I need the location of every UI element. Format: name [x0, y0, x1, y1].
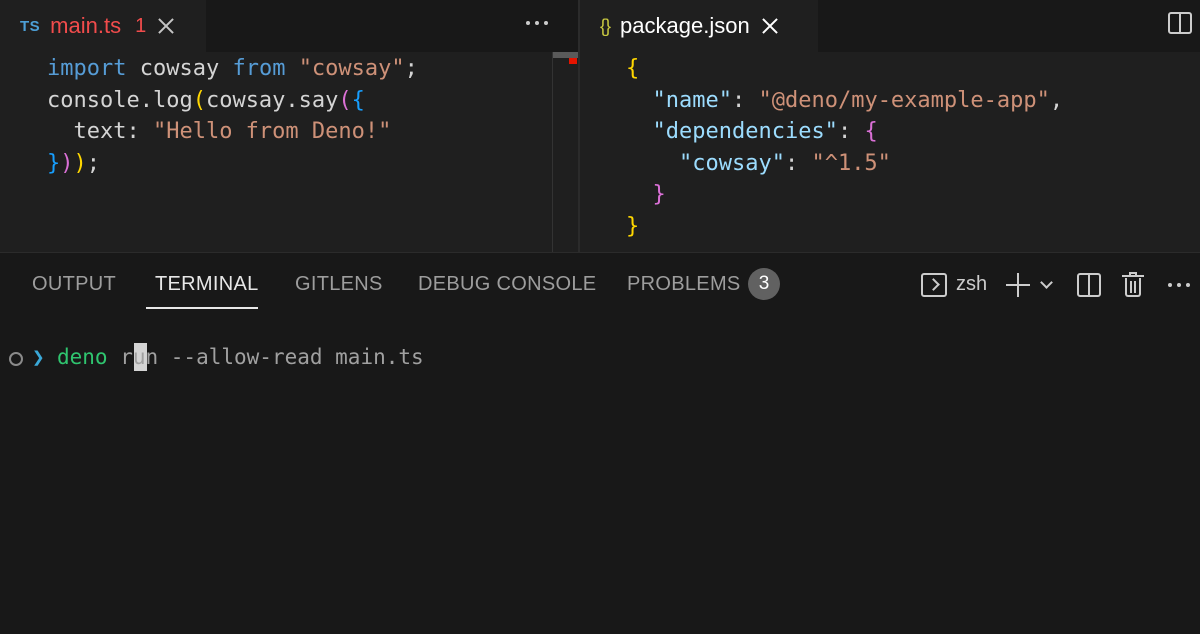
command-status-icon[interactable]: [9, 352, 23, 366]
terminal-command-line: ❯ deno run --allow-read main.ts: [0, 343, 1200, 375]
code-token: cowsay.say: [205, 87, 339, 113]
code-token: {: [864, 119, 878, 144]
code-token: ;: [404, 56, 418, 81]
active-tab-indicator: [146, 307, 258, 309]
panel-tab-bar: OUTPUT TERMINAL GITLENS DEBUG CONSOLE PR…: [0, 253, 1200, 317]
code-line: text: "Hello from Deno!": [47, 116, 391, 148]
code-token: "cowsay": [298, 56, 405, 81]
editor-tab-bar: {} package.json: [580, 0, 1200, 52]
code-token: :: [731, 87, 759, 113]
editor-tab-bar: TS main.ts 1: [0, 0, 578, 52]
code-token: :: [784, 150, 812, 176]
code-token: (: [192, 87, 206, 113]
tab-package-json[interactable]: {} package.json: [580, 0, 818, 52]
code-token: "^1.5": [811, 150, 891, 176]
code-editor-main-ts[interactable]: import cowsay from "cowsay"; console.log(…: [0, 52, 578, 252]
command-name: deno: [57, 345, 108, 369]
code-token: {: [351, 87, 365, 113]
split-editor-icon[interactable]: [1168, 12, 1192, 34]
tab-output[interactable]: OUTPUT: [32, 273, 116, 296]
tab-gitlens[interactable]: GITLENS: [295, 273, 383, 296]
code-token: "dependencies": [652, 119, 838, 144]
code-editor-package-json[interactable]: { "name": "@deno/my-example-app", "depen…: [580, 52, 1200, 252]
code-line: {: [626, 53, 639, 85]
code-line: }));: [47, 148, 100, 180]
editor-scrollbar[interactable]: [552, 52, 579, 252]
terminal-view[interactable]: ❯ deno run --allow-read main.ts: [0, 317, 1200, 634]
code-token: text:: [47, 119, 153, 144]
tab-debug-console[interactable]: DEBUG CONSOLE: [418, 273, 596, 296]
chevron-down-icon[interactable]: [1040, 276, 1053, 289]
close-icon[interactable]: [158, 18, 174, 34]
code-token: "cowsay": [678, 150, 785, 176]
code-token: from: [232, 56, 286, 81]
terminal-command: deno run --allow-read main.ts: [57, 345, 424, 369]
code-token: "name": [652, 87, 732, 113]
tab-problems[interactable]: PROBLEMS: [627, 273, 741, 296]
code-line: }: [626, 211, 639, 243]
tab-terminal[interactable]: TERMINAL: [155, 273, 259, 296]
prompt-symbol: ❯: [32, 345, 45, 369]
json-file-icon: {}: [600, 15, 611, 36]
code-token: }: [652, 182, 666, 207]
problem-count-badge: 1: [135, 14, 147, 37]
split-terminal-icon[interactable]: [1077, 273, 1101, 297]
tab-label: main.ts: [50, 13, 122, 38]
code-token: cowsay: [126, 56, 233, 81]
code-token: import: [47, 56, 127, 81]
code-token: ): [73, 150, 87, 176]
tab-label: package.json: [620, 13, 750, 38]
code-token: "Hello from Deno!": [152, 119, 392, 144]
terminal-shell-name[interactable]: zsh: [956, 273, 987, 296]
code-token: :: [837, 119, 865, 144]
code-token: ;: [86, 150, 100, 176]
trash-icon[interactable]: [1122, 272, 1144, 298]
code-token: console.log: [47, 87, 193, 113]
command-args: run --allow-read main.ts: [107, 345, 424, 369]
close-icon[interactable]: [762, 18, 778, 34]
code-token: ,: [1049, 87, 1064, 113]
terminal-shell-icon[interactable]: [921, 273, 947, 297]
code-token: "@deno/my-example-app": [758, 87, 1050, 113]
code-token: }: [47, 150, 61, 176]
vscode-window: TS main.ts 1 import cowsay from "cowsay"…: [0, 0, 1200, 634]
code-token: }: [626, 213, 640, 239]
bottom-panel: OUTPUT TERMINAL GITLENS DEBUG CONSOLE PR…: [0, 252, 1200, 634]
code-line: "cowsay": "^1.5": [626, 148, 891, 180]
code-token: ): [60, 150, 74, 176]
tab-main-ts[interactable]: TS main.ts 1: [0, 0, 206, 52]
code-line: import cowsay from "cowsay";: [47, 53, 418, 85]
editor-group-left: TS main.ts 1 import cowsay from "cowsay"…: [0, 0, 579, 252]
code-line: "name": "@deno/my-example-app",: [626, 85, 1064, 117]
code-token: {: [626, 56, 640, 81]
ellipsis-icon[interactable]: [1166, 274, 1194, 294]
code-line: "dependencies": {: [626, 116, 878, 148]
ellipsis-icon[interactable]: [524, 12, 552, 32]
typescript-file-icon: TS: [20, 17, 41, 35]
code-line: }: [626, 179, 666, 211]
code-line: console.log(cowsay.say({: [47, 85, 365, 117]
error-marker: [569, 58, 577, 64]
editor-group-right: {} package.json { "name": "@deno/my-exam…: [580, 0, 1200, 252]
code-token: (: [338, 87, 352, 113]
editor-area: TS main.ts 1 import cowsay from "cowsay"…: [0, 0, 1200, 252]
problems-count-badge: 3: [748, 268, 780, 300]
plus-icon[interactable]: [1006, 273, 1030, 297]
